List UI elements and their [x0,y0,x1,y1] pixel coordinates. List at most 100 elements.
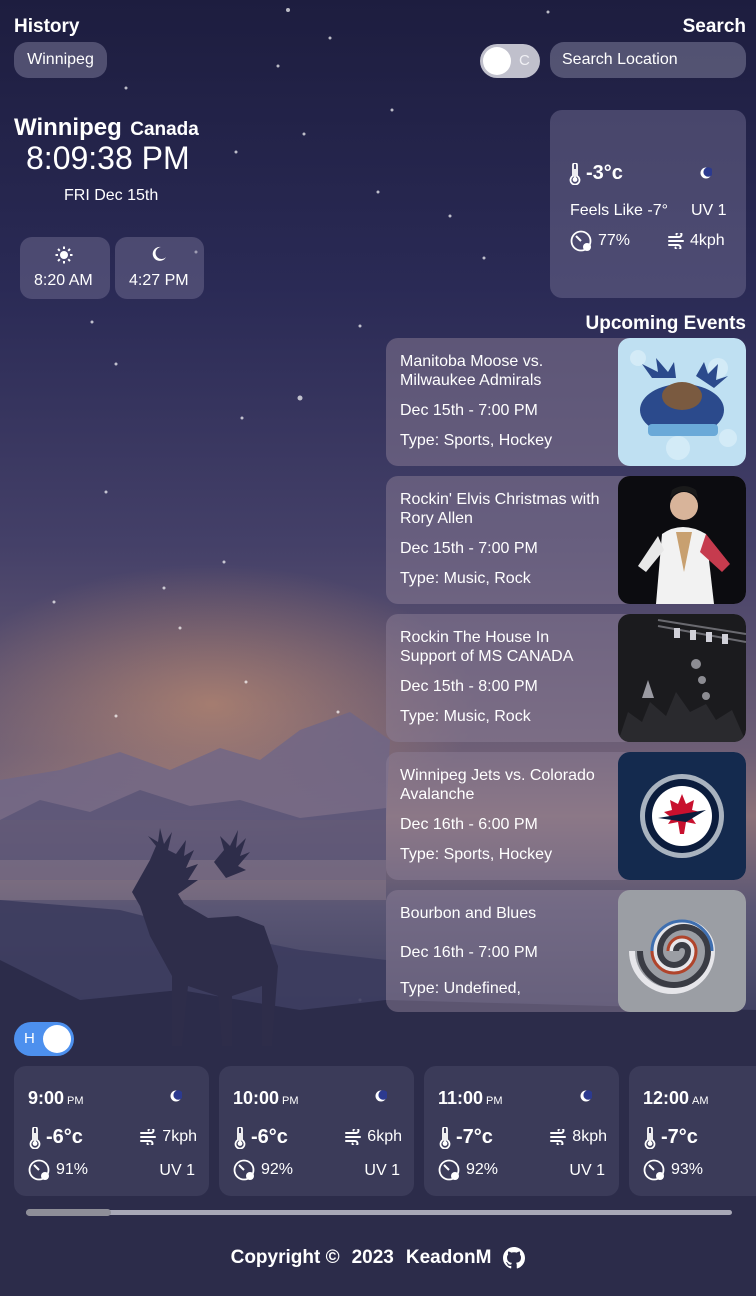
hour-uv: UV 1 [569,1162,605,1179]
moon-icon [580,1090,592,1102]
footer-copyright: Copyright © [230,1247,340,1268]
github-icon[interactable] [503,1247,526,1269]
hour-time-value: 9:00 [28,1088,65,1108]
sunset-time: 4:27 PM [129,272,189,289]
gauge-icon [643,1159,665,1181]
sunrise-card: 8:20 AM [20,237,110,299]
current-temp-row: -3°c [568,162,623,185]
thermometer-icon [438,1126,452,1149]
event-date: Dec 16th - 6:00 PM [400,816,538,833]
feels-like: Feels Like -7° [570,202,668,219]
moon-icon [375,1090,387,1102]
current-weather-card: -3°c Feels Like -7° UV 1 77% 4kph [550,110,746,298]
event-date: Dec 16th - 7:00 PM [400,944,538,961]
event-name: Rockin The House In Support of MS CANADA [400,629,574,665]
event-card[interactable]: Rockin' Elvis Christmas with Rory Allen … [386,476,746,604]
location-title: Winnipeg Canada [14,114,199,142]
event-card[interactable]: Manitoba Moose vs. Milwaukee Admirals De… [386,338,746,466]
hour-wind: 6kph [367,1128,402,1145]
wind-icon [345,1129,363,1145]
hour-humidity: 92% [466,1161,499,1178]
hour-wind-row: 6kph [345,1128,402,1146]
gauge-icon [233,1159,255,1181]
gauge-icon [570,230,592,252]
hour-ampm: PM [486,1095,503,1107]
hour-humidity: 92% [261,1161,294,1178]
footer-year: 2023 [351,1247,394,1268]
hour-temp: -7°c [456,1126,493,1148]
event-type: Type: Sports, Hockey [400,846,553,863]
hour-temp: -7°c [661,1126,698,1148]
search-input[interactable] [550,42,746,78]
current-temp: -3°c [586,162,623,184]
jets-logo-image [618,752,746,880]
hour-humidity-row: 93% [643,1159,703,1181]
hourly-scrollbar-track[interactable] [26,1209,732,1216]
current-wind: 4kph [690,232,725,249]
hourly-card: 12:00 AM -7°c 93% [629,1066,756,1196]
hour-wind-row: 8kph [550,1128,607,1146]
event-date: Dec 15th - 7:00 PM [400,402,538,419]
hour-uv: UV 1 [159,1162,195,1179]
hour-wind: 7kph [162,1128,197,1145]
event-type: Type: Sports, Hockey [400,432,553,449]
hour-time-value: 10:00 [233,1088,280,1108]
hour-temp-row: -6°c [233,1126,288,1149]
search-label: Search [682,16,746,37]
wind-icon [140,1129,158,1145]
footer-author: KeadonM [405,1247,492,1268]
country-name: Canada [130,119,199,140]
event-card[interactable]: Rockin The House In Support of MS CANADA… [386,614,746,742]
hour-temp-row: -7°c [643,1126,698,1149]
sunrise-time: 8:20 AM [34,272,93,289]
event-date: Dec 15th - 7:00 PM [400,540,538,557]
unit-toggle[interactable]: C [480,44,540,78]
moon-icon [700,167,712,179]
deer-silhouette [132,828,278,1046]
event-name: Winnipeg Jets vs. Colorado Avalanche [400,767,595,803]
hour-time: 10:00 PM [233,1088,299,1109]
hour-temp: -6°c [251,1126,288,1148]
event-name: Bourbon and Blues [400,905,537,922]
hour-time: 9:00 PM [28,1088,84,1109]
unit-toggle-label: C [519,52,530,69]
local-date: FRI Dec 15th [64,187,159,204]
hour-humidity: 93% [671,1161,704,1178]
history-label: History [14,16,80,37]
gauge-icon [438,1159,460,1181]
hour-ampm: AM [692,1095,709,1107]
concert-photo-image [618,614,746,742]
moon-icon [151,246,167,262]
toggle-knob [43,1025,71,1053]
event-name: Rockin' Elvis Christmas with Rory Allen [400,491,600,527]
hourly-scrollbar-thumb[interactable] [26,1209,111,1216]
events-title: Upcoming Events [585,313,746,334]
event-name: Manitoba Moose vs. Milwaukee Admirals [400,353,544,389]
hour-humidity: 91% [56,1161,89,1178]
hour-ampm: PM [67,1095,84,1107]
hour-ampm: PM [282,1095,299,1107]
hourly-card: 11:00 PM -7°c 8kph 92% UV 1 [424,1066,619,1196]
history-item-winnipeg[interactable]: Winnipeg [14,42,107,78]
city-name: Winnipeg [14,114,122,141]
hour-wind: 8kph [572,1128,607,1145]
hour-humidity-row: 92% [438,1159,498,1181]
hourly-card: 10:00 PM -6°c 6kph 92% UV 1 [219,1066,414,1196]
thermometer-icon [643,1126,657,1149]
sunset-card: 4:27 PM [115,237,204,299]
toggle-knob [483,47,511,75]
hour-temp-row: -7°c [438,1126,493,1149]
hour-time-value: 12:00 [643,1088,690,1108]
event-type: Type: Music, Rock [400,708,531,725]
current-humidity: 77% [598,232,631,249]
hour-uv: UV 1 [364,1162,400,1179]
hourly-card: 9:00 PM -6°c 7kph 91% UV 1 [14,1066,209,1196]
footer: Copyright © 2023 KeadonM [0,1247,756,1269]
event-date: Dec 15th - 8:00 PM [400,678,538,695]
event-card[interactable]: Bourbon and Blues Dec 16th - 7:00 PM Typ… [386,890,746,1012]
thermometer-icon [233,1126,247,1149]
event-card[interactable]: Winnipeg Jets vs. Colorado Avalanche Dec… [386,752,746,880]
event-type: Type: Music, Rock [400,570,531,587]
hourly-toggle[interactable]: H [14,1022,74,1056]
hour-humidity-row: 91% [28,1159,88,1181]
